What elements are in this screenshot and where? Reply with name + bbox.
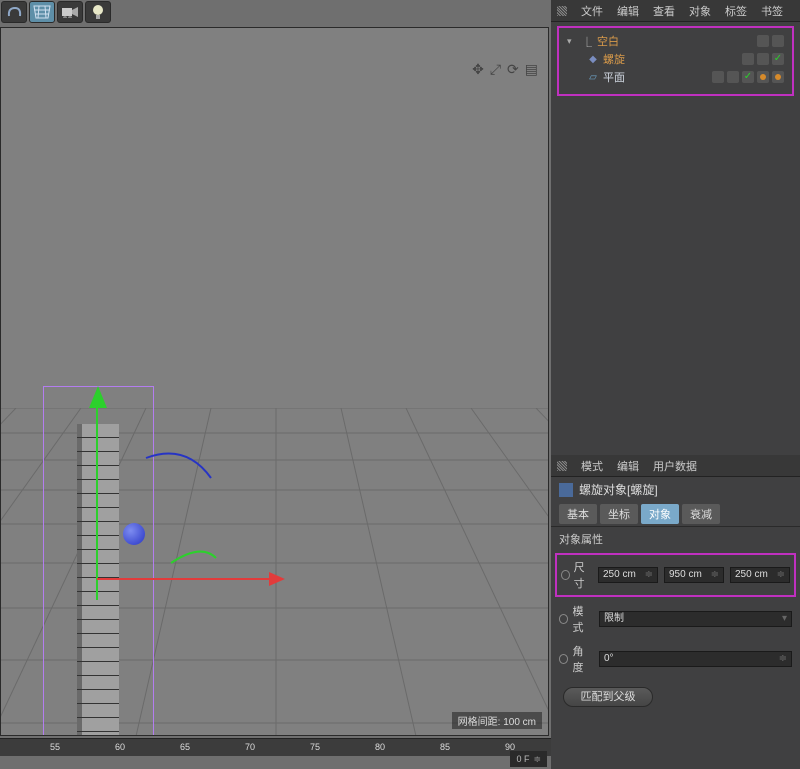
menu-view[interactable]: 查看 [653,3,675,19]
mode-row: 模式 限制▾ [551,599,800,639]
spinner-icon: ≑ [645,568,653,582]
angle-field[interactable]: 0°≑ [599,651,792,667]
keyframe-radio-icon[interactable] [559,614,568,624]
viewport-nav-icons[interactable]: ✥ ⤢ ⟳ ▤ [472,61,538,78]
fit-to-parent-button[interactable]: 匹配到父级 [563,687,653,707]
menu-userdata[interactable]: 用户数据 [653,458,697,474]
angle-row: 角度 0°≑ [551,639,800,679]
menu-edit[interactable]: 编辑 [617,3,639,19]
nav-rotate-icon[interactable]: ⟳ [507,61,519,78]
keyframe-radio-icon[interactable] [559,654,568,664]
attr-object-title: 螺旋对象[螺旋] [551,477,800,502]
nav-menu-icon[interactable]: ▤ [525,61,538,78]
ruler-tick: 80 [375,742,385,752]
attribute-manager: 模式 编辑 用户数据 螺旋对象[螺旋] 基本 坐标 对象 衰减 对象属性 尺寸 … [551,455,800,715]
enable-check-icon[interactable]: ✓ [742,71,754,83]
nav-zoom-icon[interactable]: ⤢ [490,61,501,78]
size-y-field[interactable]: 950 cm≑ [664,567,724,583]
object-manager-menubar: 文件 编辑 查看 对象 标签 书签 [551,0,800,22]
tree-label[interactable]: 空白 [597,33,619,49]
panel-grip-icon[interactable] [557,6,567,16]
tool-grid-icon[interactable] [29,1,55,23]
tree-row-helix[interactable]: ◆ 螺旋 ✓ [561,50,790,68]
null-object-icon: ⎿ [581,35,593,47]
tab-decay[interactable]: 衰减 [682,504,720,524]
grid-spacing-label: 网格间距: 100 cm [452,712,542,729]
visibility-tag-icon[interactable] [727,71,739,83]
tab-object[interactable]: 对象 [641,504,679,524]
tab-base[interactable]: 基本 [559,504,597,524]
tree-label[interactable]: 平面 [603,69,625,85]
menu-tag[interactable]: 标签 [725,3,747,19]
menu-edit2[interactable]: 编辑 [617,458,639,474]
spinner-icon: ≑ [779,652,787,666]
nav-move-icon[interactable]: ✥ [472,61,484,78]
tree-row-plane[interactable]: ▱ 平面 ✓ [561,68,790,86]
menu-bookmark[interactable]: 书签 [761,3,783,19]
tab-coord[interactable]: 坐标 [600,504,638,524]
size-z-field[interactable]: 250 cm≑ [730,567,790,583]
ruler-tick: 55 [50,742,60,752]
ruler-tick: 65 [180,742,190,752]
enable-check-icon[interactable]: ✓ [772,53,784,65]
layer-tag-icon[interactable] [712,71,724,83]
attr-title-text: 螺旋对象[螺旋] [579,481,658,498]
frame-readout[interactable]: 0 F [510,751,547,767]
object-tree-highlight: ▾ ⎿ 空白 ◆ 螺旋 ✓ ▱ 平面 ✓ [557,26,794,96]
axis-y-arrow-icon[interactable] [89,386,107,408]
ruler-tick: 70 [245,742,255,752]
menu-file[interactable]: 文件 [581,3,603,19]
ruler-tick: 60 [115,742,125,752]
tool-light-icon[interactable] [85,1,111,23]
tool-shape-icon[interactable] [1,1,27,23]
dropdown-icon: ▾ [782,612,787,626]
size-label: 尺寸 [561,559,592,591]
axis-x-arrow-icon[interactable] [269,572,285,586]
object-type-icon [559,483,573,497]
expand-toggle-icon[interactable]: ▾ [567,36,577,47]
layer-tag-icon[interactable] [757,35,769,47]
tree-row-null[interactable]: ▾ ⎿ 空白 [561,32,790,50]
axis-y[interactable] [96,400,98,600]
size-x-field[interactable]: 250 cm≑ [598,567,658,583]
layer-tag-icon[interactable] [742,53,754,65]
panel-grip-icon[interactable] [557,461,567,471]
menu-mode[interactable]: 模式 [581,458,603,474]
section-object-props: 对象属性 [551,527,800,551]
deformer-icon: ◆ [587,53,599,65]
axis-z-handle-icon[interactable] [123,523,145,545]
plane-icon: ▱ [587,71,599,83]
viewport-3d[interactable]: ✥ ⤢ ⟳ ▤ [0,27,549,736]
rotation-handles[interactable] [141,443,231,573]
attr-tabs: 基本 坐标 对象 衰减 [551,502,800,526]
phong-tag-icon[interactable] [757,71,769,83]
menu-object[interactable]: 对象 [689,3,711,19]
angle-label: 角度 [559,643,593,675]
visibility-tag-icon[interactable] [757,53,769,65]
ruler-tick: 75 [310,742,320,752]
mode-label: 模式 [559,603,593,635]
tool-camera-icon[interactable] [57,1,83,23]
spinner-icon: ≑ [777,568,785,582]
ruler-tick: 85 [440,742,450,752]
axis-x[interactable] [97,578,277,580]
helix-object[interactable] [77,424,119,736]
tree-label[interactable]: 螺旋 [603,51,625,67]
keyframe-radio-icon[interactable] [561,570,570,580]
top-toolbar [0,0,112,24]
mode-select[interactable]: 限制▾ [599,611,792,627]
visibility-tag-icon[interactable] [772,35,784,47]
extra-tag-icon[interactable] [772,71,784,83]
size-row-highlight: 尺寸 250 cm≑ 950 cm≑ 250 cm≑ [555,553,796,597]
attr-menubar: 模式 编辑 用户数据 [551,455,800,477]
spinner-icon: ≑ [711,568,719,582]
timeline-ruler[interactable]: 55 60 65 70 75 80 85 90 [0,738,551,756]
